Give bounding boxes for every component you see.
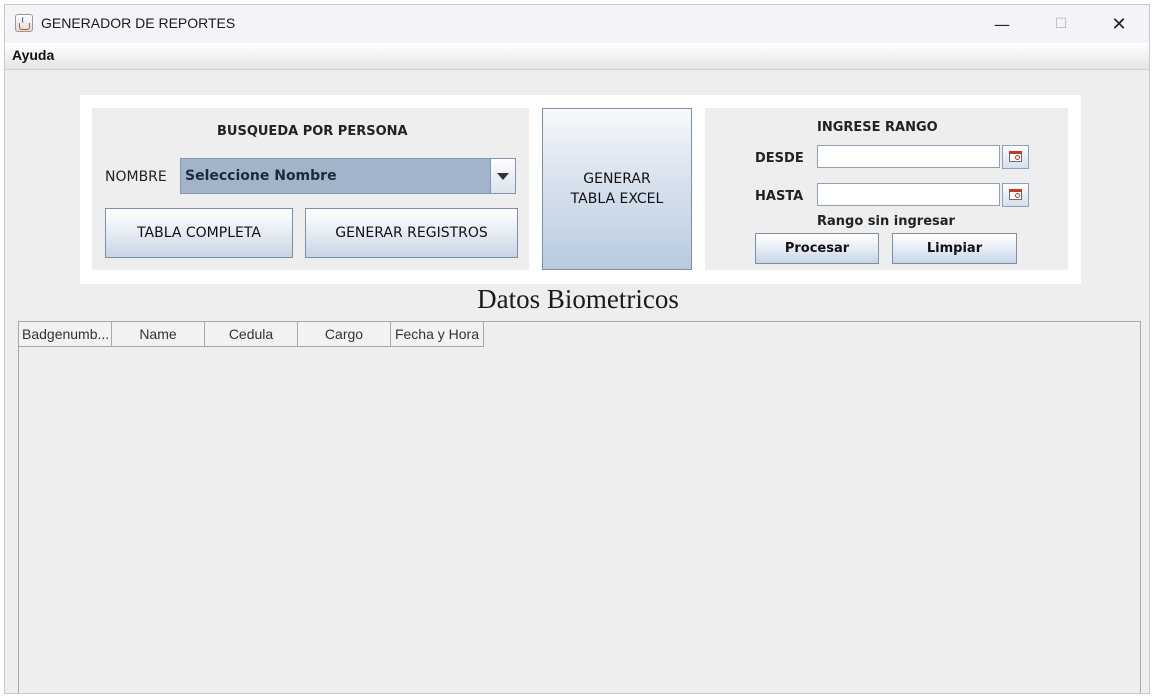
name-select[interactable]: Seleccione Nombre (180, 158, 516, 194)
java-cup-icon (15, 14, 33, 32)
generate-excel-line1: GENERAR (583, 171, 651, 187)
to-date-picker-button[interactable] (1002, 183, 1029, 207)
name-label: NOMBRE (105, 169, 167, 185)
column-header-fecha-hora[interactable]: Fecha y Hora (391, 322, 484, 347)
process-button[interactable]: Procesar (755, 233, 879, 264)
app-window: GENERADOR DE REPORTES — ☐ ✕ Ayuda BUSQUE… (4, 4, 1150, 694)
maximize-button[interactable]: ☐ (1032, 5, 1090, 43)
range-title: INGRESE RANGO (817, 120, 938, 135)
range-panel: INGRESE RANGO DESDE HASTA Rango sin ingr… (705, 108, 1068, 270)
calendar-icon (1009, 189, 1022, 200)
menu-item-ayuda[interactable]: Ayuda (12, 47, 54, 63)
from-date-picker-button[interactable] (1002, 145, 1029, 169)
full-table-button[interactable]: TABLA COMPLETA (105, 208, 293, 258)
generate-excel-line2: TABLA EXCEL (570, 191, 664, 207)
title-bar: GENERADOR DE REPORTES — ☐ ✕ (5, 5, 1149, 43)
from-label: DESDE (755, 151, 804, 166)
column-header-cargo[interactable]: Cargo (298, 322, 391, 347)
table-title: Datos Biometricos (477, 284, 679, 314)
close-button[interactable]: ✕ (1090, 5, 1148, 43)
controls-panel: BUSQUEDA POR PERSONA NOMBRE Seleccione N… (80, 95, 1081, 284)
clear-button[interactable]: Limpiar (892, 233, 1017, 264)
biometric-data-table[interactable]: Badgenumb... Name Cedula Cargo Fecha y H… (18, 321, 1141, 693)
to-label: HASTA (755, 189, 804, 204)
column-header-cedula[interactable]: Cedula (205, 322, 298, 347)
minimize-button[interactable]: — (973, 5, 1031, 43)
generate-excel-button[interactable]: GENERAR TABLA EXCEL (542, 108, 692, 270)
search-person-title: BUSQUEDA POR PERSONA (217, 124, 408, 139)
window-title: GENERADOR DE REPORTES (41, 15, 236, 31)
menu-bar: Ayuda (5, 43, 1149, 70)
to-date-input[interactable] (817, 183, 1000, 206)
table-header: Badgenumb... Name Cedula Cargo Fecha y H… (19, 322, 484, 347)
column-header-badgenumber[interactable]: Badgenumb... (19, 322, 112, 347)
chevron-down-icon[interactable] (490, 159, 515, 193)
search-person-panel: BUSQUEDA POR PERSONA NOMBRE Seleccione N… (92, 108, 529, 270)
column-header-name[interactable]: Name (112, 322, 205, 347)
range-status: Rango sin ingresar (817, 214, 955, 229)
name-select-value: Seleccione Nombre (185, 168, 337, 184)
from-date-input[interactable] (817, 145, 1000, 168)
calendar-icon (1009, 151, 1022, 162)
generate-records-button[interactable]: GENERAR REGISTROS (305, 208, 518, 258)
